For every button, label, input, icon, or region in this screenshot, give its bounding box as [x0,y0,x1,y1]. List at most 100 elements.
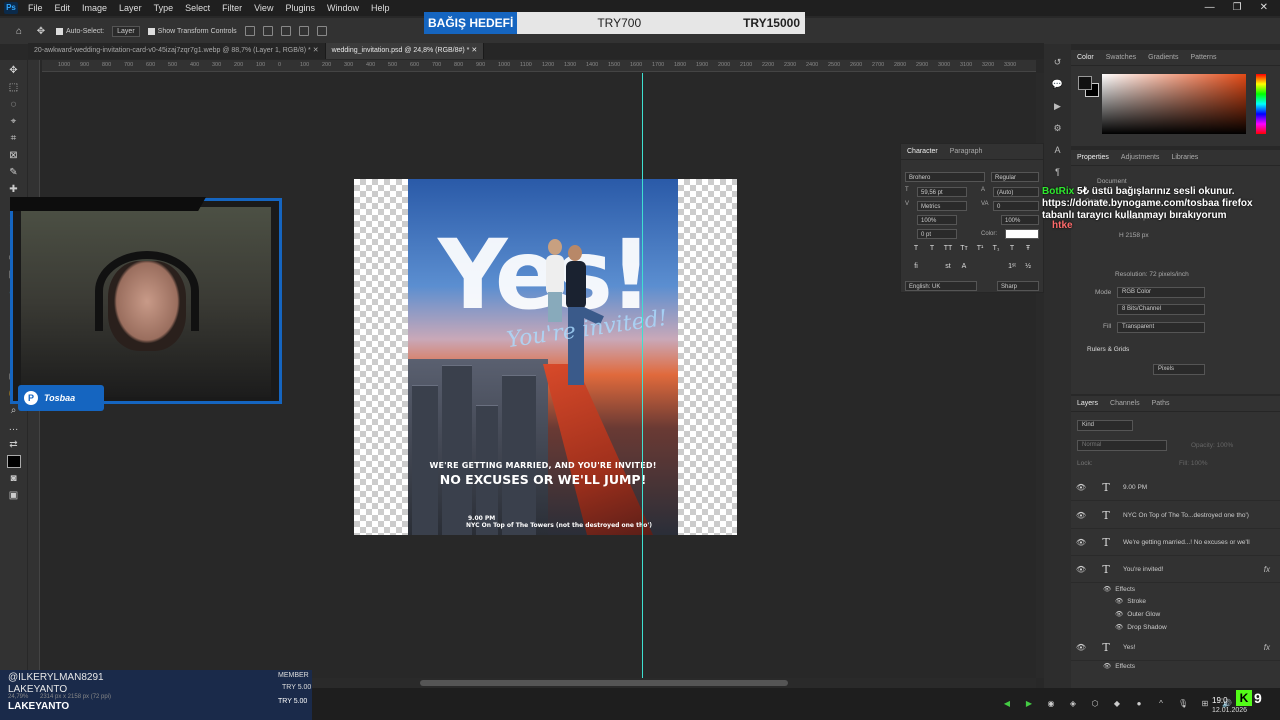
menu-help[interactable]: Help [365,0,396,16]
horizontal-scroll-thumb[interactable] [420,680,788,686]
menu-image[interactable]: Image [76,0,113,16]
text-color-swatch[interactable] [1005,229,1039,239]
home-icon[interactable]: ⌂ [12,25,26,38]
baseline-shift-field[interactable]: 0 pt [917,229,957,239]
app-icon[interactable]: ◉ [1046,699,1056,709]
fx-icon[interactable]: fx [1264,565,1270,574]
restore-icon[interactable]: ❐ [1233,0,1242,16]
quick-mask-icon[interactable]: ◙ [7,472,21,485]
fraction-icon[interactable]: ½ [1023,262,1033,272]
fill-field[interactable]: Fill: 100% [1179,460,1208,467]
close-icon[interactable]: ✕ [1260,0,1268,16]
align-right-icon[interactable] [280,26,291,36]
foreground-color-swatch[interactable] [6,455,21,468]
swap-colors-icon[interactable]: ⇄ [7,438,21,451]
tracking-field[interactable]: 0 [993,201,1039,211]
font-size-field[interactable]: 59,56 pt [917,187,967,197]
tab-wedding-invitation[interactable]: wedding_invitation.psd @ 24,8% (RGB/8#) … [325,43,485,59]
layer-row[interactable]: 👁 T 9.00 PM [1071,475,1280,501]
opacity-field[interactable]: Opacity: 100% [1191,442,1233,449]
app-icon[interactable]: ◈ [1068,699,1078,709]
tab-libraries[interactable]: Libraries [1171,154,1198,161]
healing-tool-icon[interactable]: ✚ [7,183,21,196]
visibility-eye-icon[interactable]: 👁 [1075,483,1087,492]
tab-layers[interactable]: Layers [1077,400,1098,407]
horizontal-scale-field[interactable]: 100% [1001,215,1039,225]
move-tool-icon[interactable]: ✥ [7,64,21,77]
underline-icon[interactable]: T [1007,244,1017,254]
effect-drop-shadow[interactable]: 👁 Drop Shadow [1115,623,1167,632]
align-middle-icon[interactable] [316,26,327,36]
ligature-icon[interactable]: fi [911,262,921,272]
effects-group[interactable]: 👁 Effects [1103,662,1135,671]
align-center-icon[interactable] [262,26,273,36]
layer-row[interactable]: 👁 T NYC On Top of The To...destroyed one… [1071,503,1280,529]
stylistic-icon[interactable]: st [943,262,953,272]
app-green-icon[interactable]: ◀ [1002,699,1012,709]
layer-select-dropdown[interactable]: Layer [112,25,140,37]
history-icon[interactable]: ↺ [1052,56,1064,68]
network-icon[interactable]: ⊞ [1200,699,1210,709]
ordinal-icon[interactable]: 1ˢᵗ [1007,262,1017,272]
effect-stroke[interactable]: 👁 Stroke [1115,597,1146,606]
faux-italic-icon[interactable]: T [927,244,937,254]
effect-outer-glow[interactable]: 👁 Outer Glow [1115,610,1160,619]
tray-chevron-icon[interactable]: ^ [1156,699,1166,709]
color-picker-field[interactable] [1102,74,1246,134]
character-icon[interactable]: A [1052,144,1064,156]
eyedropper-tool-icon[interactable]: ✎ [7,166,21,179]
menu-type[interactable]: Type [148,0,180,16]
comment-icon[interactable]: 💬 [1052,78,1064,90]
language-select[interactable]: English: UK [905,281,977,291]
app-play-icon[interactable]: ▶ [1024,699,1034,709]
layer-row[interactable]: 👁 T We're getting married...! No excuses… [1071,530,1280,556]
foreground-color-swatch[interactable] [1078,76,1092,90]
marquee-tool-icon[interactable]: ⬚ [7,81,21,94]
blend-mode-select[interactable]: Normal [1077,440,1167,451]
clock-date[interactable]: 12.01.2026 [1212,707,1247,714]
screen-mode-icon[interactable]: ▣ [7,489,21,502]
vertical-guide[interactable] [642,73,643,678]
frame-tool-icon[interactable]: ⊠ [7,149,21,162]
tab-paragraph[interactable]: Paragraph [950,148,983,155]
tab-color[interactable]: Color [1077,54,1094,61]
layer-row[interactable]: 👁 T You're invited! fx [1071,557,1280,583]
faux-bold-icon[interactable]: T [911,244,921,254]
tab-adjustments[interactable]: Adjustments [1121,154,1160,161]
layer-kind-filter[interactable]: Kind [1077,420,1133,431]
more-tools-icon[interactable]: … [7,421,21,434]
lasso-tool-icon[interactable]: ◌ [7,98,21,111]
superscript-icon[interactable]: T¹ [975,244,985,254]
app-icon[interactable]: ⬡ [1090,699,1100,709]
small-caps-icon[interactable]: Tт [959,244,969,254]
clock-time[interactable]: 19:0 [1212,696,1228,705]
units-select[interactable]: Pixels [1153,364,1205,375]
effects-group[interactable]: 👁 Effects [1103,585,1135,594]
poster-image[interactable]: Yes! You're invited! WE'RE GETTING MARRI… [408,179,678,535]
vertical-scale-field[interactable]: 100% [917,215,957,225]
fx-icon[interactable]: fx [1264,643,1270,652]
font-family-select[interactable]: Broherо [905,172,985,182]
font-style-select[interactable]: Regular [991,172,1039,182]
tab-properties[interactable]: Properties [1077,154,1109,161]
adjust-icon[interactable]: ⚙ [1052,122,1064,134]
align-top-icon[interactable] [298,26,309,36]
antialias-select[interactable]: Sharp [997,281,1039,291]
all-caps-icon[interactable]: TT [943,244,953,254]
app-icon[interactable]: ◆ [1112,699,1122,709]
titling-icon[interactable]: A [959,262,969,272]
align-left-icon[interactable] [244,26,255,36]
visibility-eye-icon[interactable]: 👁 [1075,565,1087,574]
paragraph-icon[interactable]: ¶ [1052,166,1064,178]
auto-select-checkbox[interactable]: Auto-Select: [56,27,104,35]
menu-select[interactable]: Select [179,0,216,16]
tab-patterns[interactable]: Patterns [1190,54,1216,61]
hue-slider[interactable] [1256,74,1266,134]
tab-gradients[interactable]: Gradients [1148,54,1178,61]
crop-tool-icon[interactable]: ⌗ [7,132,21,145]
bits-select[interactable]: 8 Bits/Channel [1117,304,1205,315]
menu-filter[interactable]: Filter [216,0,248,16]
tab-paths[interactable]: Paths [1152,400,1170,407]
menu-file[interactable]: File [22,0,49,16]
microphone-icon[interactable]: 🎙 [1178,699,1188,709]
